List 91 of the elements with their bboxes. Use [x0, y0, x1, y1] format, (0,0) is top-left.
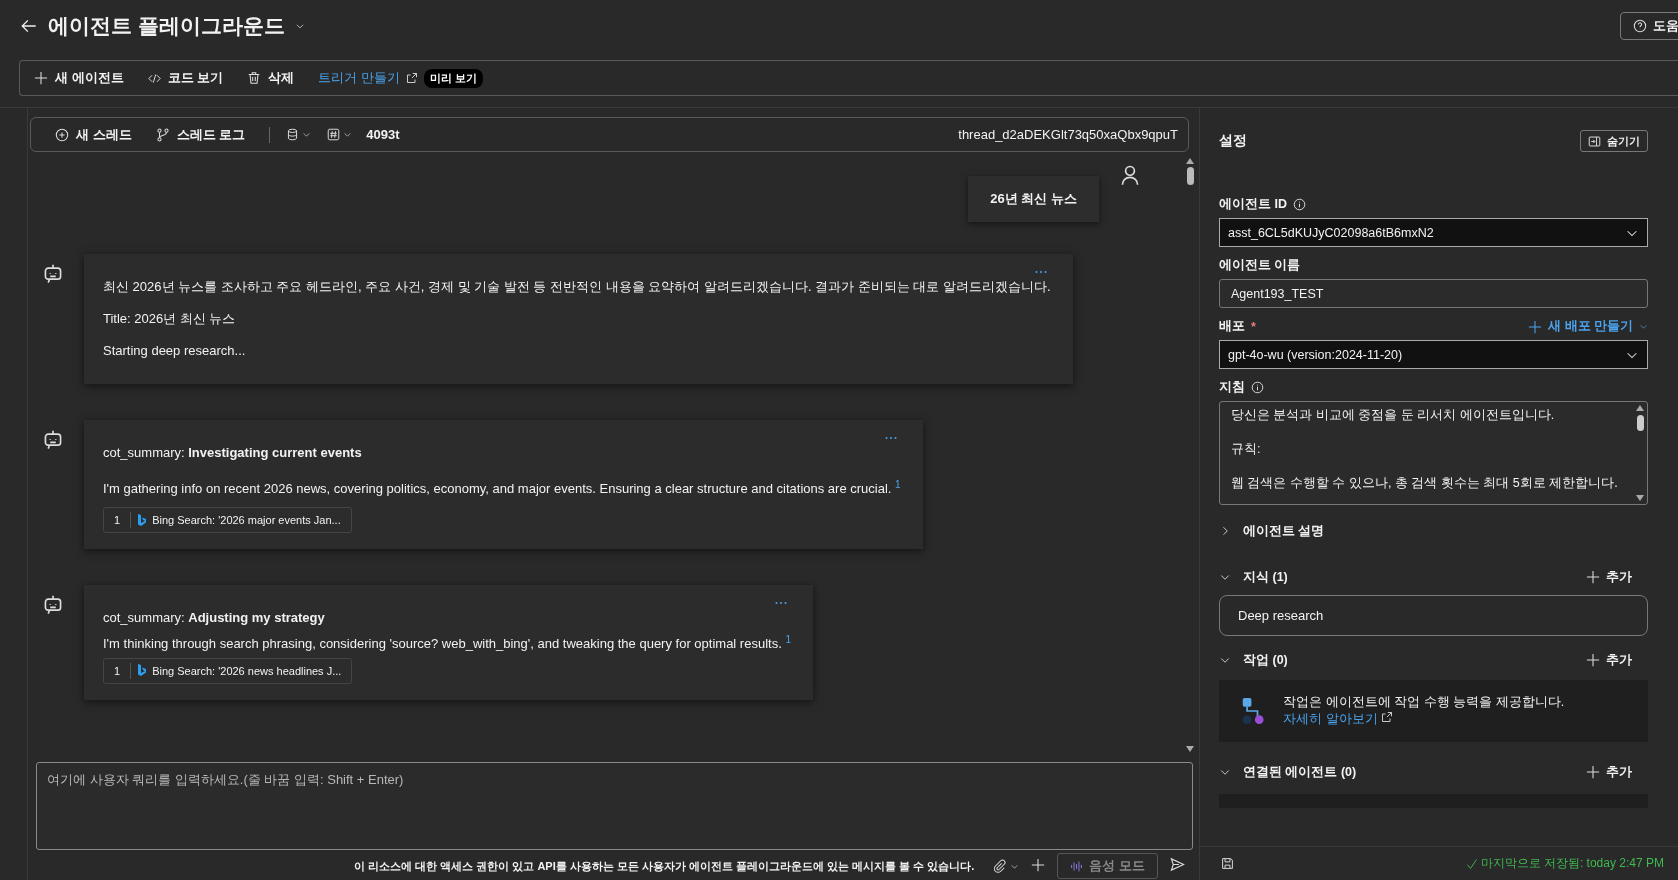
bot-icon — [42, 428, 64, 450]
user-message: 26년 최신 뉴스 — [968, 176, 1099, 222]
deployment-select[interactable]: gpt-4o-wu (version:2024-11-20) — [1219, 340, 1648, 369]
add-chat-icon — [55, 127, 69, 142]
privacy-notice: 이 리소스에 대한 액세스 권한이 있고 API를 사용하는 모든 사용자가 에이전트 플레이그라운드에 있는 메시지를 볼 수 있습니다. — [354, 858, 975, 874]
agent-name-field[interactable]: Agent193_TEST — [1219, 279, 1648, 308]
field-label: 지침 — [1219, 379, 1245, 396]
chevron-down-icon — [343, 130, 353, 139]
section-title[interactable]: 지식 (1) — [1243, 568, 1288, 586]
plus-icon — [1528, 319, 1543, 334]
back-arrow-icon — [20, 17, 38, 35]
preview-badge: 미리 보기 — [423, 68, 483, 88]
knowledge-item[interactable]: Deep research — [1219, 595, 1648, 636]
external-link-icon — [1381, 711, 1394, 723]
hash-icon — [327, 128, 341, 141]
audio-wave-icon — [1070, 859, 1084, 873]
send-icon — [1170, 857, 1185, 872]
field-label: 배포 — [1219, 318, 1245, 335]
workflow-icon — [1241, 695, 1266, 727]
token-dropdown[interactable] — [327, 128, 353, 141]
toolbar-button[interactable]: 코드 보기 — [147, 69, 224, 87]
bot-icon — [42, 262, 64, 284]
plus-icon — [1586, 570, 1600, 584]
info-text: 작업은 에이전트에 작업 수행 능력을 제공합니다. 자세히 알아보기 — [1283, 694, 1566, 728]
save-icon — [1221, 857, 1234, 870]
settings-title: 설정 — [1219, 132, 1247, 150]
field-label: 에이전트 ID — [1219, 196, 1287, 213]
database-dropdown[interactable] — [286, 128, 312, 141]
thread-log-button[interactable]: 스레드 로그 — [155, 125, 246, 144]
voice-mode-button[interactable]: 음성 모드 — [1057, 853, 1158, 879]
chevron-down-icon — [302, 130, 312, 139]
person-icon — [1119, 164, 1141, 186]
check-icon — [1465, 857, 1478, 870]
add-button[interactable]: 추가 — [1586, 651, 1632, 669]
chevron-down-icon — [294, 21, 305, 31]
add-button[interactable]: 추가 — [1586, 763, 1632, 781]
scroll-up-icon[interactable] — [1636, 405, 1644, 411]
section-title[interactable]: 연결된 에이전트 (0) — [1243, 763, 1357, 781]
field-label: 에이전트 이름 — [1219, 257, 1301, 274]
add-button[interactable]: 추가 — [1586, 568, 1632, 586]
agent-id-select[interactable]: asst_6CL5dKUJyC02098a6tB6mxN2 — [1219, 218, 1648, 247]
message-text: 최신 2026년 뉴스를 조사하고 주요 헤드라인, 주요 사건, 경제 및 기술 발전 등 전반적인 내용을 요약하여 알려드리겠습니다. 결과가 준비되는 대로 알려드리겠습니다. — [103, 278, 1051, 296]
trigger-link[interactable]: 트리거 만들기 — [318, 69, 418, 87]
external-link-icon — [405, 72, 418, 84]
plus-icon — [34, 71, 48, 85]
bing-icon — [137, 664, 148, 678]
query-input[interactable]: 여기에 사용자 쿼리를 입력하세요.(줄 바꿈 입력: Shift + Enter) — [36, 762, 1193, 850]
info-icon — [1293, 198, 1306, 211]
plus-icon — [1586, 765, 1600, 779]
citation-chip[interactable]: 1 Bing Search: '2026 news headlines J... — [103, 657, 353, 684]
info-icon — [1251, 381, 1264, 394]
required-mark: * — [1251, 319, 1256, 334]
code-icon — [147, 71, 161, 85]
trash-icon — [247, 71, 262, 85]
branch-icon — [155, 127, 170, 142]
toolbar-button[interactable]: 삭제 — [247, 69, 295, 87]
message-text: Starting deep research... — [103, 342, 247, 360]
help-icon — [1633, 19, 1647, 33]
learn-more-link[interactable]: 자세히 알아보기 — [1283, 712, 1394, 726]
message-text: I'm gathering info on recent 2026 news, covering politics, economy, and major events. Ensuring a clear structure and citations are crucial. $^{1}$ — [103, 478, 901, 499]
citation-chip[interactable]: 1 Bing Search: '2026 major events Jan... — [103, 507, 352, 534]
message-text: cot_summary: Adjusting my strategy — [103, 609, 326, 628]
collapse-panel-icon — [1588, 134, 1601, 148]
database-icon — [286, 128, 300, 141]
new-thread-button[interactable]: 새 스레드 — [55, 125, 132, 144]
scroll-thumb[interactable] — [1636, 415, 1644, 431]
instructions-field[interactable]: 당신은 분석과 비교에 중점을 둔 리서치 에이전트입니다. 규칙: 웹 검색은 수행할 수 있으나, 총 검색 횟수는 최대 5회로 제한합니다. — [1219, 401, 1648, 505]
new-deployment-link[interactable]: 새 배포 만들기 — [1528, 318, 1648, 335]
scroll-down-icon[interactable] — [1636, 495, 1644, 501]
paperclip-icon — [992, 859, 1007, 873]
attach-button[interactable] — [992, 859, 1020, 873]
scroll-down-icon[interactable] — [1186, 746, 1194, 752]
saved-status: 마지막으로 저장됨: today 2:47 PM — [1465, 855, 1664, 872]
token-count: 4093t — [366, 127, 400, 142]
toolbar-button[interactable]: 새 에이전트 — [34, 69, 124, 87]
section-title[interactable]: 에이전트 설명 — [1243, 522, 1325, 540]
plus-icon — [1586, 653, 1600, 667]
plus-icon — [1031, 857, 1046, 872]
section-title[interactable]: 작업 (0) — [1243, 651, 1288, 669]
page-title: 에이전트 플레이그라운드 — [48, 13, 285, 39]
message-text: Title: 2026년 최신 뉴스 — [103, 310, 237, 328]
scroll-up-icon[interactable] — [1186, 158, 1194, 164]
thread-id: thread_d2aDEKGlt73q50xaQbx9qpuT — [958, 127, 1178, 142]
bing-icon — [137, 513, 148, 527]
scroll-thumb[interactable] — [1186, 167, 1194, 185]
message-text: I'm thinking through search phrasing, considering 'source? web_with_bing', and tweaking the query for optimal results. $^{1}$ — [103, 633, 791, 654]
help-button[interactable]: 도움 — [1620, 12, 1678, 40]
bot-icon — [42, 593, 64, 616]
hide-button[interactable]: 숨기기 — [1580, 130, 1648, 152]
message-text: cot_summary: Investigating current events — [103, 444, 363, 462]
chevron-down-icon — [1639, 322, 1648, 331]
